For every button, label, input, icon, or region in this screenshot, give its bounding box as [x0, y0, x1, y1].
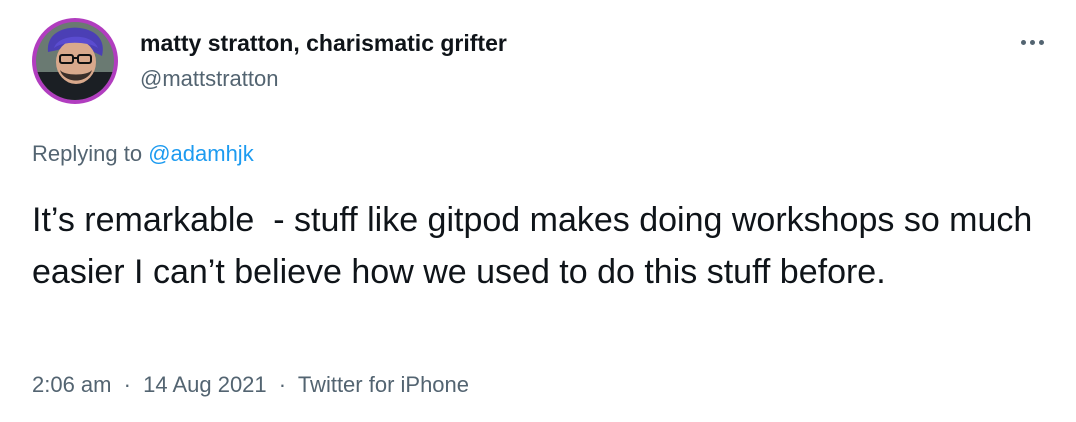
author-avatar[interactable] [32, 18, 118, 104]
author-display-name[interactable]: matty stratton, charismatic grifter [140, 30, 507, 57]
more-horizontal-icon [1020, 39, 1026, 45]
meta-separator: · [123, 372, 131, 397]
meta-separator: · [278, 372, 287, 397]
more-horizontal-icon-dot [1038, 39, 1044, 45]
avatar-photo [36, 22, 114, 100]
more-options-button[interactable] [1014, 28, 1050, 56]
replying-to-label: Replying to [32, 141, 143, 166]
tweet-card: matty stratton, charismatic grifter @mat… [0, 0, 1076, 422]
tweet-date[interactable]: 14 Aug 2021 [143, 372, 267, 397]
tweet-text: It’s remarkable - stuff like gitpod make… [32, 201, 1042, 291]
author-handle[interactable]: @mattstratton [140, 66, 279, 92]
tweet-metadata: 2:06 am · 14 Aug 2021 · Twitter for iPho… [32, 372, 469, 398]
replying-to-line: Replying to @adamhjk [32, 141, 254, 167]
more-horizontal-icon-dot [1029, 39, 1035, 45]
reply-mention-link[interactable]: @adamhjk [148, 141, 254, 166]
tweet-source[interactable]: Twitter for iPhone [298, 372, 469, 397]
tweet-time[interactable]: 2:06 am [32, 372, 112, 397]
